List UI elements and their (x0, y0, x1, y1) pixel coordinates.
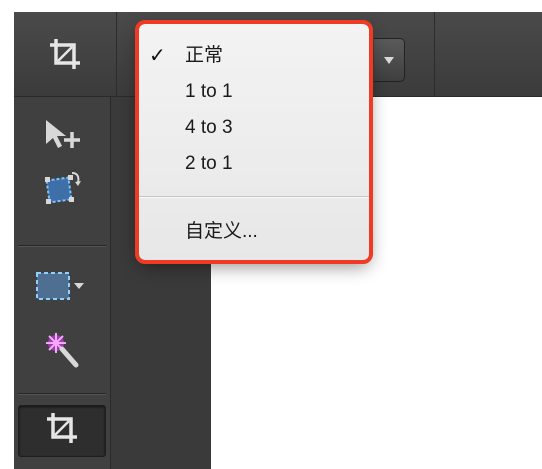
tools-panel (14, 97, 111, 469)
chevron-down-icon (384, 57, 394, 64)
menu-item-4-to-3[interactable]: 4 to 3 (139, 110, 369, 146)
menu-item-2-to-1[interactable]: 2 to 1 (139, 146, 369, 182)
aspect-ratio-dropdown[interactable] (374, 38, 405, 82)
move-selection-tool[interactable] (14, 105, 110, 163)
magic-wand-icon (42, 330, 82, 370)
crop-icon (45, 411, 79, 445)
magic-wand-tool[interactable] (14, 321, 110, 379)
checkmark-icon: ✓ (149, 45, 166, 67)
app-window: ✓ 正常 1 to 1 4 to 3 2 to 1 自定义... (0, 0, 542, 469)
menu-separator (139, 196, 369, 197)
rectangle-marquee-tool[interactable] (14, 257, 110, 315)
menu-item-label: 2 to 1 (185, 153, 233, 174)
move-selection-icon (42, 116, 82, 152)
crop-tool[interactable] (14, 399, 110, 457)
menu-item-label: 自定义... (185, 221, 258, 242)
rectangle-marquee-icon (34, 269, 90, 303)
menu-item-normal[interactable]: ✓ 正常 (139, 38, 369, 74)
menu-item-label: 4 to 3 (185, 117, 233, 138)
rotate-transform-icon (42, 169, 82, 207)
crop-icon (48, 37, 82, 71)
toolbar-separator (434, 12, 435, 96)
menu-item-label: 1 to 1 (185, 81, 233, 102)
menu-item-label: 正常 (185, 45, 224, 66)
tool-divider (18, 393, 106, 394)
tool-divider (18, 245, 106, 246)
menu-item-custom[interactable]: 自定义... (139, 214, 369, 250)
toolbar-crop-button[interactable] (14, 12, 117, 96)
menu-item-1-to-1[interactable]: 1 to 1 (139, 74, 369, 110)
aspect-ratio-menu: ✓ 正常 1 to 1 4 to 3 2 to 1 自定义... (135, 20, 373, 264)
rotate-transform-tool[interactable] (14, 159, 110, 217)
